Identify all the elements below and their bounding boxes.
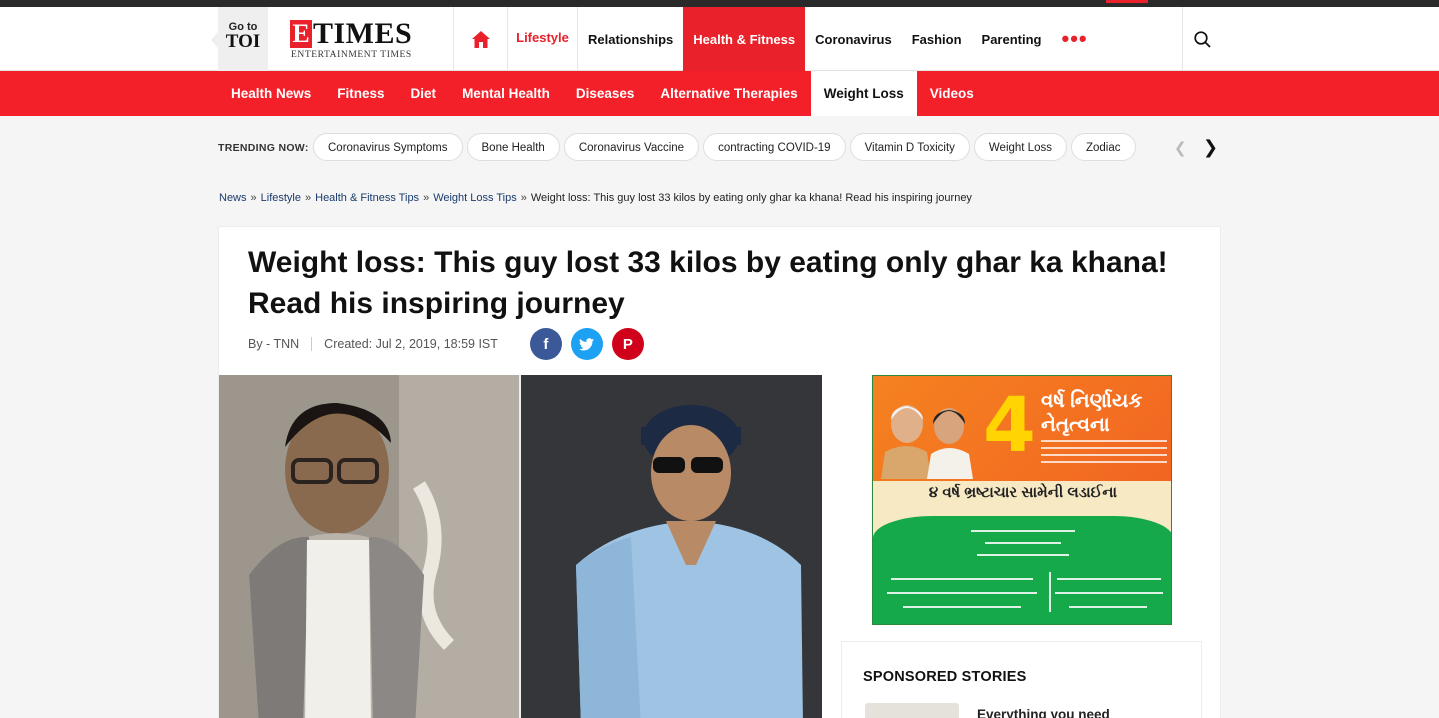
nav-item-relationships[interactable]: Relationships: [578, 7, 683, 71]
trending-label: TRENDING NOW:: [218, 142, 309, 154]
subnav-mental-health[interactable]: Mental Health: [449, 71, 563, 116]
main-nav: Lifestyle Relationships Health & Fitness…: [453, 7, 1098, 71]
pinterest-share-button[interactable]: P: [611, 328, 644, 360]
article-card: Weight loss: This guy lost 33 kilos by e…: [218, 226, 1221, 718]
trending-bar: TRENDING NOW: Coronavirus Symptoms Bone H…: [218, 133, 1221, 163]
trending-pill[interactable]: Weight Loss: [973, 133, 1067, 161]
subnav-fitness[interactable]: Fitness: [324, 71, 397, 116]
breadcrumb-health-fitness-tips[interactable]: Health & Fitness Tips: [315, 192, 419, 204]
ad-headline-line2: નેતૃત્વના: [1041, 414, 1110, 436]
search-icon: [1194, 30, 1211, 48]
top-strip-accent: [1106, 0, 1148, 3]
logo-times-text: TIMES: [313, 17, 413, 50]
breadcrumb-separator: »: [520, 192, 527, 204]
article-headline: Weight loss: This guy lost 33 kilos by e…: [248, 246, 1168, 320]
goto-small-label: Go to: [228, 21, 258, 33]
article-meta: By - TNN Created: Jul 2, 2019, 18:59 IST…: [248, 327, 653, 361]
trending-pill[interactable]: contracting COVID-19: [703, 133, 846, 161]
twitter-share-button[interactable]: [570, 328, 603, 360]
facebook-share-button[interactable]: f: [529, 328, 562, 360]
chevron-right-icon[interactable]: ❯: [1203, 137, 1218, 158]
ad-fine-print: [1041, 440, 1167, 470]
nav-item-health-fitness[interactable]: Health & Fitness: [683, 7, 806, 71]
nav-item-lifestyle[interactable]: Lifestyle: [508, 7, 578, 71]
facebook-icon: f: [543, 335, 549, 353]
ad-number-four: 4: [983, 380, 1036, 469]
subnav-alternative-therapies[interactable]: Alternative Therapies: [647, 71, 810, 116]
ad-green-panel: [873, 516, 1171, 624]
article-created-date: Created: Jul 2, 2019, 18:59 IST: [324, 337, 498, 351]
sponsored-stories-widget: SPONSORED STORIES Everything you need: [841, 641, 1202, 718]
twitter-icon: [579, 337, 595, 350]
etimes-logo[interactable]: E TIMES ENTERTAINMENT TIMES: [290, 18, 440, 62]
logo-subtitle: ENTERTAINMENT TIMES: [291, 50, 412, 60]
trending-pill[interactable]: Coronavirus Symptoms: [313, 133, 463, 161]
subnav-health-news[interactable]: Health News: [218, 71, 324, 116]
trending-pills: Coronavirus Symptoms Bone Health Coronavir…: [313, 133, 1161, 163]
nav-item-fashion[interactable]: Fashion: [902, 7, 972, 71]
home-button[interactable]: [454, 7, 508, 71]
breadcrumb-separator: »: [250, 192, 257, 204]
goto-arrow-icon: [211, 32, 218, 48]
section-subnav: Health News Fitness Diet Mental Health D…: [0, 71, 1439, 116]
trending-pill[interactable]: Zodiac: [1070, 133, 1136, 161]
pinterest-icon: P: [622, 335, 633, 353]
article-byline: By - TNN: [248, 337, 313, 351]
before-photo: [219, 375, 520, 718]
before-person-illustration: [219, 375, 520, 718]
more-menu-icon[interactable]: •••: [1052, 7, 1098, 71]
sponsored-stories-title: SPONSORED STORIES: [863, 669, 1027, 685]
site-header: Go to TOI E TIMES ENTERTAINMENT TIMES Li…: [0, 7, 1439, 71]
breadcrumb-separator: »: [423, 192, 430, 204]
top-strip: [0, 0, 1439, 7]
breadcrumb-lifestyle[interactable]: Lifestyle: [261, 192, 301, 204]
breadcrumb-weight-loss-tips[interactable]: Weight Loss Tips: [433, 192, 517, 204]
advertisement-banner[interactable]: 4 વર્ષ નિર્ણાયક નેતૃત્વના ૪ વર્ષ ભ્રષ્ટા…: [872, 375, 1172, 625]
breadcrumb: News» Lifestyle» Health & Fitness Tips» Wei…: [219, 192, 972, 204]
trending-pill[interactable]: Vitamin D Toxicity: [849, 133, 970, 161]
after-photo: [521, 375, 822, 718]
subnav-diet[interactable]: Diet: [398, 71, 450, 116]
subnav-videos[interactable]: Videos: [917, 71, 987, 116]
sponsored-story-headline[interactable]: Everything you need: [977, 707, 1110, 718]
breadcrumb-current: Weight loss: This guy lost 33 kilos by e…: [530, 192, 972, 204]
ad-headline-line1: વર્ષ નિર્ણાયક: [1041, 390, 1143, 412]
nav-item-parenting[interactable]: Parenting: [972, 7, 1052, 71]
logo-e-mark: E: [290, 20, 312, 48]
subnav-weight-loss[interactable]: Weight Loss: [810, 71, 917, 116]
breadcrumb-news[interactable]: News: [219, 192, 247, 204]
search-button[interactable]: [1182, 7, 1222, 71]
after-person-illustration: [521, 375, 822, 718]
home-icon: [471, 30, 490, 48]
goto-toi-label: TOI: [225, 31, 261, 52]
trending-pill[interactable]: Coronavirus Vaccine: [563, 133, 700, 161]
trending-pill[interactable]: Bone Health: [466, 133, 560, 161]
article-hero-image: [219, 375, 822, 718]
nav-item-coronavirus[interactable]: Coronavirus: [805, 7, 902, 71]
ad-portrait-illustration: [881, 405, 973, 479]
chevron-left-icon[interactable]: ❮: [1174, 139, 1187, 157]
sponsored-story-thumbnail[interactable]: [865, 703, 959, 718]
ad-middle-text: ૪ વર્ષ ભ્રષ્ટાચાર સામેની લડાઈના: [928, 484, 1118, 501]
subnav-diseases[interactable]: Diseases: [563, 71, 648, 116]
breadcrumb-separator: »: [305, 192, 312, 204]
go-to-toi-button[interactable]: Go to TOI: [211, 7, 268, 71]
